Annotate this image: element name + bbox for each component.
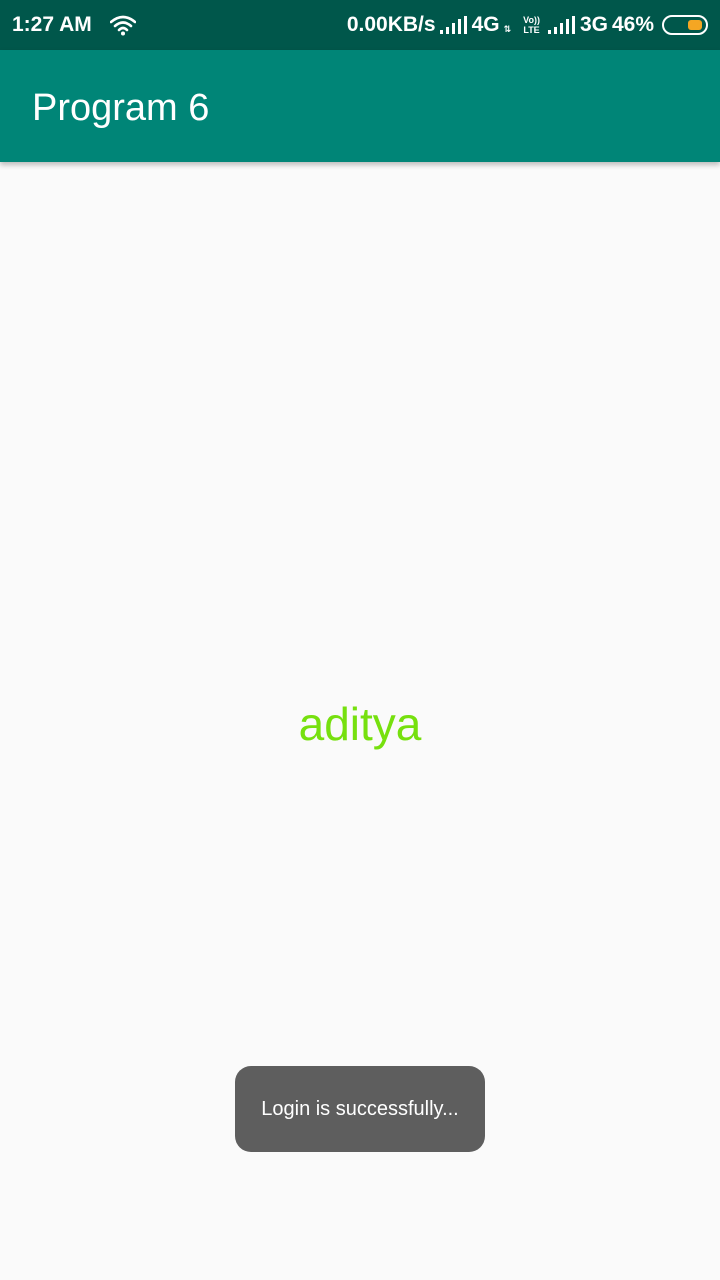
screen: 1:27 AM 0.00KB/s 4G ⇅ Vo)) LTE 3G 46% Pr… [0, 0, 720, 1280]
status-right: 0.00KB/s 4G ⇅ Vo)) LTE 3G 46% [347, 12, 708, 38]
net-speed: 0.00KB/s [346, 13, 436, 36]
volte-top: Vo)) [523, 15, 540, 25]
volte-icon: Vo)) LTE [523, 15, 540, 35]
status-time: 1:27 AM [12, 13, 92, 36]
toast-message: Login is successfully... [261, 1097, 459, 1120]
app-title: Program 6 [32, 87, 210, 129]
network-type-1: 4G [471, 13, 500, 36]
data-arrows-icon: ⇅ [503, 24, 512, 34]
toast: Login is successfully... [235, 1066, 485, 1152]
signal-icon [439, 16, 467, 34]
battery-percent: 46% [611, 13, 654, 36]
volte-bottom: LTE [523, 25, 540, 35]
network-type-2: 3G [579, 13, 608, 36]
status-bar: 1:27 AM 0.00KB/s 4G ⇅ Vo)) LTE 3G 46% [0, 0, 720, 50]
app-bar: Program 6 [0, 50, 720, 162]
username-text: aditya [298, 698, 422, 750]
signal-icon-2 [547, 16, 575, 34]
wifi-icon [110, 15, 136, 36]
battery-icon [662, 15, 708, 35]
